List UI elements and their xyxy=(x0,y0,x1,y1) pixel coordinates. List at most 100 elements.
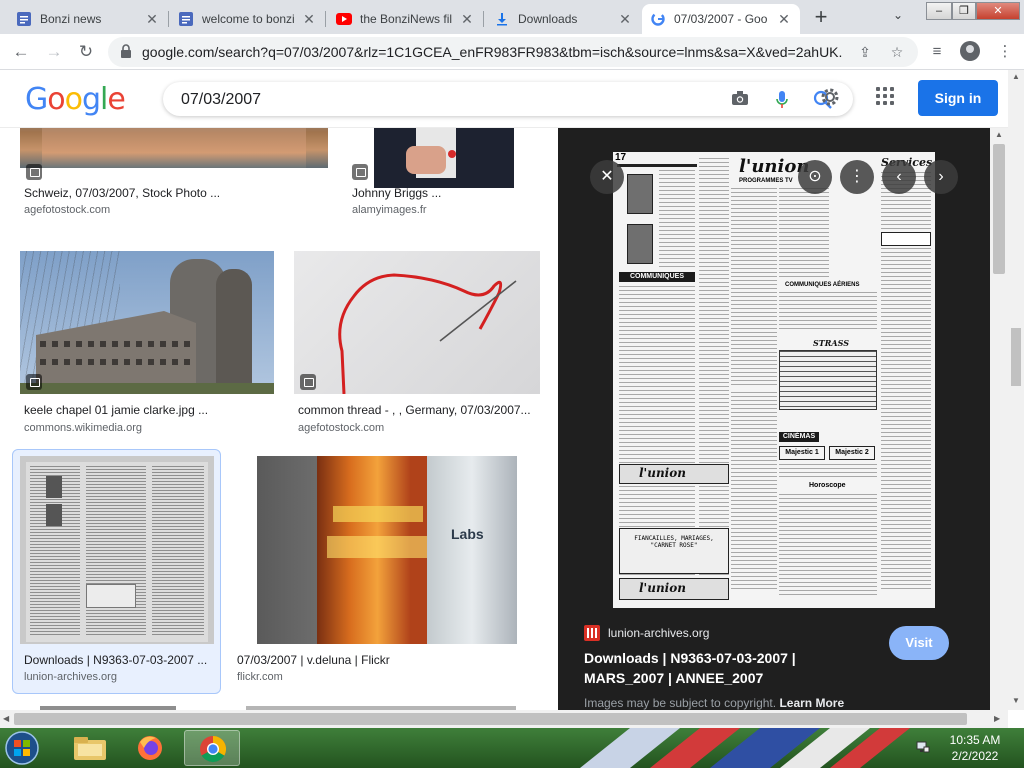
tab-strip: Bonzi news ✕ welcome to bonzi ✕ the Bonz… xyxy=(0,0,1024,34)
result-source: agefotostock.com xyxy=(298,422,385,434)
close-tab-icon[interactable]: ✕ xyxy=(301,11,317,27)
close-tab-icon[interactable]: ✕ xyxy=(144,11,160,27)
result-source: commons.wikimedia.org xyxy=(24,422,142,434)
result-image-swiss-lake[interactable] xyxy=(20,128,328,168)
page-scrollbar[interactable]: ▲ ▼ xyxy=(1008,70,1024,710)
next-image-icon[interactable]: › xyxy=(924,160,958,194)
result-card[interactable]: common thread - , , Germany, 07/03/2007.… xyxy=(294,251,540,436)
firefox-icon[interactable] xyxy=(122,730,178,766)
image-preview-panel: 17 COMMUNIQUES l'union PROGRAMMES TV COM… xyxy=(558,128,990,710)
minimize-button[interactable]: – xyxy=(926,2,952,20)
result-image-johnny-briggs[interactable] xyxy=(346,128,540,188)
lunion-favicon-icon xyxy=(584,625,600,641)
tab-bonzi-news[interactable]: Bonzi news ✕ xyxy=(8,4,168,34)
image-badge-icon xyxy=(352,164,368,180)
reload-icon[interactable]: ↻ xyxy=(75,41,97,63)
communiques-aeriennes: COMMUNIQUES AÉRIENS xyxy=(785,282,860,288)
result-card[interactable]: Labs 07/03/2007 | v.deluna | Flickr flic… xyxy=(233,456,539,686)
preview-image-newspaper[interactable]: 17 COMMUNIQUES l'union PROGRAMMES TV COM… xyxy=(613,152,935,608)
result-image-common-thread[interactable] xyxy=(294,251,540,394)
image-badge-icon xyxy=(300,374,316,390)
tab-google-search[interactable]: 07/03/2007 - Goo ✕ xyxy=(642,4,800,34)
result-image-energy-can[interactable]: Labs xyxy=(257,456,517,644)
result-card[interactable]: Johnny Briggs ... alamyimages.fr xyxy=(346,128,540,216)
logo-letter: g xyxy=(81,82,101,117)
logo-letter: o xyxy=(47,82,65,117)
back-arrow-icon[interactable]: ← xyxy=(10,41,32,63)
forward-arrow-icon[interactable]: → xyxy=(43,41,65,63)
google-apps-icon[interactable] xyxy=(876,87,894,105)
sign-in-button[interactable]: Sign in xyxy=(918,80,998,116)
microphone-icon[interactable] xyxy=(772,90,792,110)
lens-search-icon[interactable]: ⊙ xyxy=(798,160,832,194)
scrollbar-thumb[interactable] xyxy=(993,144,1005,274)
result-caption[interactable]: keele chapel 01 jamie clarke.jpg ... xyxy=(24,403,272,417)
search-query[interactable]: 07/03/2007 xyxy=(181,91,261,109)
logo-letter: o xyxy=(64,82,83,117)
share-icon[interactable]: ⇪ xyxy=(856,43,874,61)
scroll-right-arrow-icon[interactable]: ▶ xyxy=(994,714,1000,723)
camera-icon[interactable] xyxy=(730,90,750,110)
result-caption[interactable]: Schweiz, 07/03/2007, Stock Photo ... xyxy=(24,186,324,200)
url-text[interactable]: google.com/search?q=07/03/2007&rlz=1C1GC… xyxy=(142,44,842,60)
carnet-rose-text: "CARNET ROSE" xyxy=(650,542,698,549)
result-card-selected[interactable]: Downloads | N9363-07-03-2007 ... lunion-… xyxy=(20,456,214,686)
preview-title[interactable]: Downloads | N9363-07-03-2007 | MARS_2007… xyxy=(584,648,874,688)
result-image-keele-chapel[interactable] xyxy=(20,251,274,394)
scrollbar-thumb[interactable] xyxy=(1011,328,1021,386)
system-clock[interactable]: 10:35 AM 2/2/2022 xyxy=(940,732,1010,764)
scroll-down-arrow-icon[interactable]: ▼ xyxy=(1012,696,1020,705)
tab-bonzinews-youtube[interactable]: the BonziNews fil ✕ xyxy=(328,4,483,34)
more-options-icon[interactable]: ⋮ xyxy=(840,160,874,194)
new-tab-button[interactable]: + xyxy=(808,6,834,29)
bookmark-star-icon[interactable]: ☆ xyxy=(888,43,906,61)
visit-button[interactable]: Visit xyxy=(889,626,949,660)
settings-gear-icon[interactable] xyxy=(820,87,840,107)
tab-separator xyxy=(168,11,169,27)
start-button[interactable] xyxy=(4,730,44,766)
result-source: agefotostock.com xyxy=(24,204,111,216)
search-box[interactable]: 07/03/2007 xyxy=(163,82,853,116)
previous-image-icon[interactable]: ‹ xyxy=(882,160,916,194)
close-preview-icon[interactable]: ✕ xyxy=(590,160,624,194)
preview-scrollbar[interactable]: ▲ xyxy=(990,128,1008,710)
maximize-button[interactable]: ❐ xyxy=(952,2,976,20)
tv-section: PROGRAMMES TV xyxy=(739,178,793,184)
chrome-icon[interactable] xyxy=(184,730,240,766)
result-image-newspaper[interactable] xyxy=(20,456,214,644)
download-icon xyxy=(494,11,510,27)
close-tab-icon[interactable]: ✕ xyxy=(459,11,475,27)
menu-kebab-icon[interactable]: ⋮ xyxy=(994,41,1016,63)
preview-site[interactable]: lunion-archives.org xyxy=(584,625,709,641)
network-icon[interactable] xyxy=(916,740,930,754)
tab-search-icon[interactable]: ⌄ xyxy=(888,8,908,26)
image-badge-icon xyxy=(26,374,42,390)
close-tab-icon[interactable]: ✕ xyxy=(776,11,792,27)
reading-list-icon[interactable]: ≡ xyxy=(926,41,948,63)
profile-avatar-icon[interactable] xyxy=(960,41,980,61)
address-bar[interactable]: google.com/search?q=07/03/2007&rlz=1C1GC… xyxy=(108,37,918,67)
close-window-button[interactable]: ✕ xyxy=(976,2,1020,20)
tab-downloads[interactable]: Downloads ✕ xyxy=(486,4,641,34)
google-header: Google 07/03/2007 Sign in xyxy=(0,70,1008,128)
result-card[interactable]: Schweiz, 07/03/2007, Stock Photo ... age… xyxy=(20,128,328,216)
file-explorer-icon[interactable] xyxy=(62,730,118,766)
result-caption[interactable]: Downloads | N9363-07-03-2007 ... xyxy=(24,653,212,667)
result-caption[interactable]: common thread - , , Germany, 07/03/2007.… xyxy=(298,403,538,417)
result-caption[interactable]: Johnny Briggs ... xyxy=(352,186,532,200)
tab-separator xyxy=(483,11,484,27)
scroll-left-arrow-icon[interactable]: ◀ xyxy=(3,714,9,723)
scrollbar-thumb[interactable] xyxy=(14,713,967,725)
result-card[interactable]: keele chapel 01 jamie clarke.jpg ... com… xyxy=(20,251,274,436)
close-tab-icon[interactable]: ✕ xyxy=(617,11,633,27)
tab-welcome-to-bonzi[interactable]: welcome to bonzi ✕ xyxy=(170,4,325,34)
result-caption[interactable]: 07/03/2007 | v.deluna | Flickr xyxy=(237,653,537,667)
horizontal-scrollbar[interactable]: ◀ ▶ xyxy=(0,710,1008,728)
lock-icon xyxy=(121,44,131,58)
scroll-up-arrow-icon[interactable]: ▲ xyxy=(1012,72,1020,81)
scroll-up-arrow-icon[interactable]: ▲ xyxy=(995,130,1003,139)
google-logo[interactable]: Google xyxy=(25,82,126,117)
google-icon xyxy=(650,11,666,27)
learn-more-link[interactable]: Learn More xyxy=(779,696,844,710)
lunion-ad: l'union xyxy=(639,581,686,595)
